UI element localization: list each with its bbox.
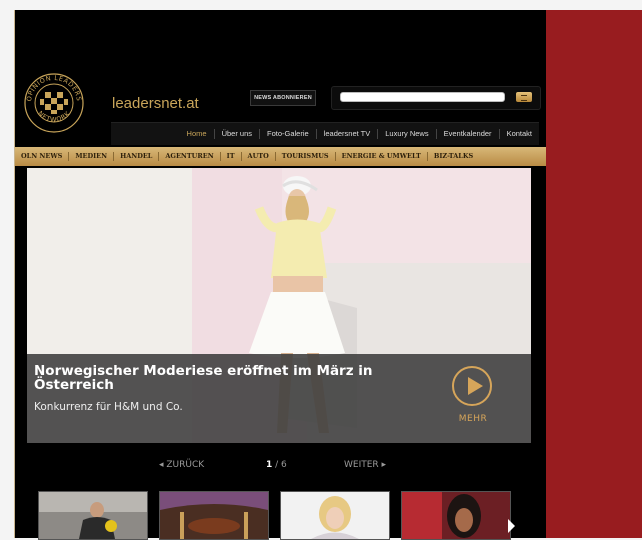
slide-title[interactable]: Norwegischer Moderiese eröffnet im März … <box>34 364 374 392</box>
category-agenturen[interactable]: AGENTUREN <box>158 152 219 161</box>
category-oln-news[interactable]: OLN NEWS <box>15 152 68 161</box>
category-tourismus[interactable]: TOURISMUS <box>274 152 335 161</box>
nav-item-leadersnet-tv[interactable]: leadersnet TV <box>315 129 378 139</box>
site-name[interactable]: leadersnet.at <box>112 95 199 112</box>
slide-counter: 1 / 6 <box>266 460 287 470</box>
play-icon[interactable] <box>452 366 492 406</box>
search-input[interactable] <box>340 92 505 102</box>
main-navigation: Home Über uns Foto-Galerie leadersnet TV… <box>111 122 539 145</box>
slide-subtitle: Konkurrenz für H&M und Co. <box>34 401 183 413</box>
thumbnail-3[interactable] <box>280 491 390 540</box>
chevron-right-icon: ▸ <box>378 460 387 470</box>
newsletter-subscribe-button[interactable]: NEWS ABONNIEREN <box>250 90 316 106</box>
svg-text:OPINION LEADERS: OPINION LEADERS <box>25 74 83 102</box>
category-it[interactable]: IT <box>219 152 241 161</box>
category-auto[interactable]: AUTO <box>240 152 275 161</box>
next-slide-button[interactable]: WEITER ▸ <box>344 460 386 470</box>
thumbnail-next-arrow-icon[interactable] <box>508 519 515 533</box>
page-container: OPINION LEADERS NETWORK leadersnet.at NE… <box>14 10 546 538</box>
nav-item-foto-galerie[interactable]: Foto-Galerie <box>259 129 316 139</box>
category-biz-talks[interactable]: BIZ-TALKS <box>426 152 479 161</box>
logo-text-top: OPINION LEADERS <box>25 74 82 102</box>
thumbnail-strip <box>38 491 538 540</box>
nav-item-luxury-news[interactable]: Luxury News <box>377 129 435 139</box>
search-submit-button[interactable] <box>516 92 532 102</box>
slide-caption: Norwegischer Moderiese eröffnet im März … <box>27 354 531 443</box>
category-medien[interactable]: MEDIEN <box>68 152 113 161</box>
right-background-panel <box>545 10 642 538</box>
prev-slide-button[interactable]: ◂ ZURÜCK <box>159 460 204 470</box>
thumbnail-1[interactable] <box>38 491 148 540</box>
nav-item-kontakt[interactable]: Kontakt <box>498 129 539 139</box>
thumbnail-4[interactable] <box>401 491 511 540</box>
opinion-leaders-logo[interactable]: OPINION LEADERS NETWORK <box>23 72 85 134</box>
current-slide: 1 <box>266 460 273 470</box>
next-label: WEITER <box>344 460 379 470</box>
featured-slider[interactable]: Norwegischer Moderiese eröffnet im März … <box>27 168 531 443</box>
total-slides: / 6 <box>275 460 287 470</box>
slider-pager: ◂ ZURÜCK 1 / 6 WEITER ▸ <box>14 460 545 474</box>
nav-item-eventkalender[interactable]: Eventkalender <box>435 129 499 139</box>
category-handel[interactable]: HANDEL <box>113 152 158 161</box>
more-button[interactable]: MEHR <box>448 366 498 431</box>
search-bar <box>331 86 541 110</box>
thumbnail-2[interactable] <box>159 491 269 540</box>
prev-label: ZURÜCK <box>166 460 205 470</box>
nav-item-ueber-uns[interactable]: Über uns <box>213 129 259 139</box>
more-label: MEHR <box>458 414 488 424</box>
category-navigation: OLN NEWS MEDIEN HANDEL AGENTUREN IT AUTO… <box>15 147 546 166</box>
nav-item-home[interactable]: Home <box>180 129 214 139</box>
category-energie-umwelt[interactable]: ENERGIE & UMWELT <box>334 152 427 161</box>
